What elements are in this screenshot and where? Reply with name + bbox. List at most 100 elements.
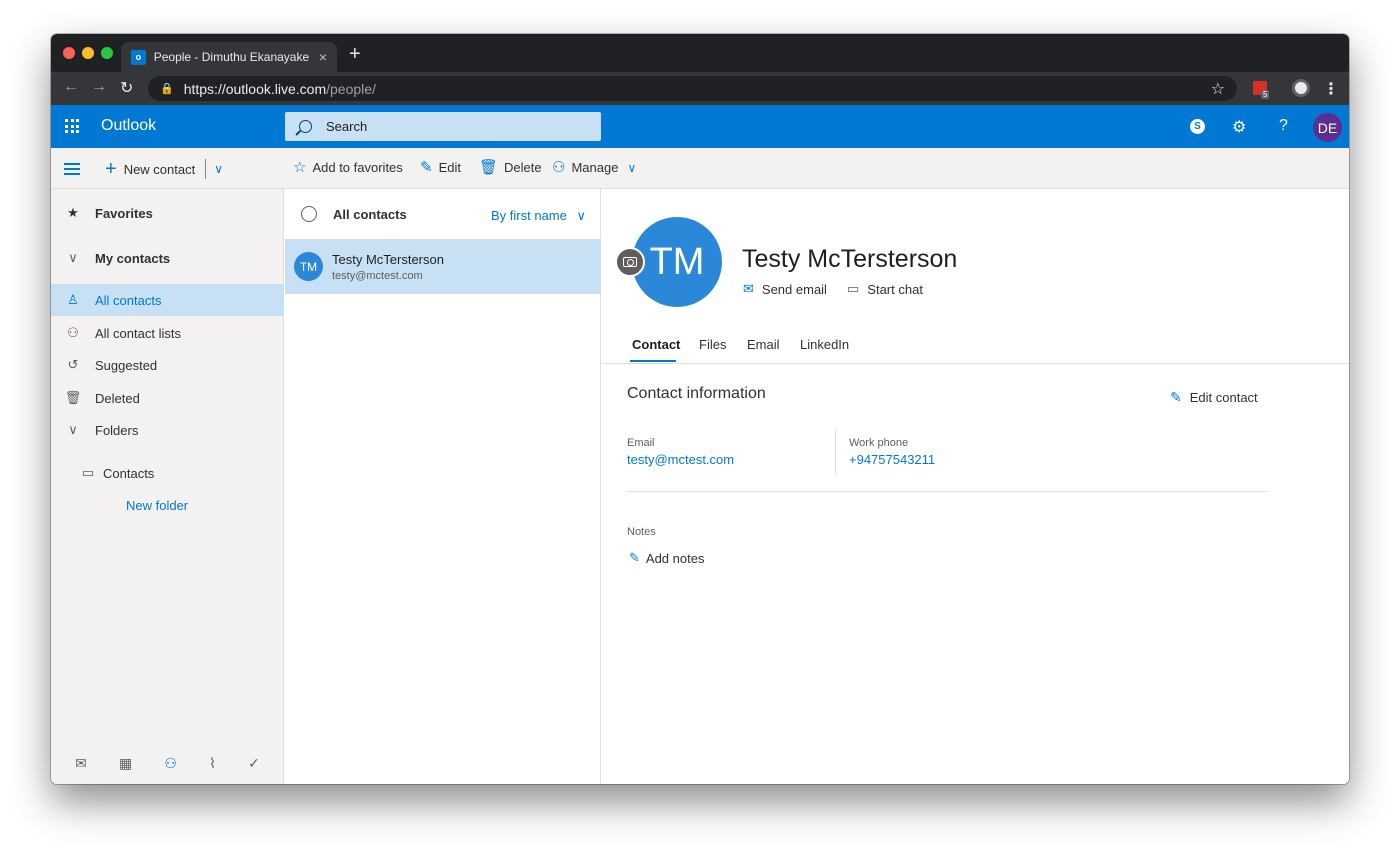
trash-icon: 🗑	[64, 390, 82, 405]
list-item[interactable]: TM Testy McTersterson testy@mctest.com	[285, 239, 601, 294]
nav-all-contact-lists-label: All contact lists	[95, 325, 181, 341]
mail-icon[interactable]: ✉	[75, 755, 87, 772]
nav-my-contacts[interactable]: ∨ My contacts	[51, 242, 284, 274]
send-email-button[interactable]: ✉ Send email	[743, 281, 827, 297]
reload-icon[interactable]: ↻	[120, 78, 133, 98]
chevron-down-icon: ∨	[576, 208, 586, 223]
profile-icon[interactable]	[1292, 79, 1310, 97]
url-path: /people/	[326, 80, 376, 97]
user-avatar[interactable]: DE	[1313, 113, 1342, 142]
camera-icon[interactable]	[615, 247, 645, 277]
add-notes-label: Add notes	[645, 550, 705, 566]
app-launcher-icon[interactable]	[65, 119, 79, 133]
chevron-down-icon[interactable]: ∨	[214, 162, 223, 176]
work-phone-label: Work phone	[849, 437, 909, 449]
browser-menu-icon[interactable]: ⋮	[1323, 79, 1339, 99]
work-phone-link[interactable]: +94757543211	[849, 452, 935, 467]
attachment-icon[interactable]: ⌇	[209, 755, 216, 772]
browser-toolbar: ← → ↻ 🔒 https://outlook.live.com /people…	[51, 72, 1349, 105]
contact-card-icon: ▭	[81, 465, 95, 480]
pencil-icon: ✎	[629, 550, 640, 565]
email-label: Email	[627, 437, 655, 449]
contact-list-header: All contacts By first name ∨	[285, 189, 601, 239]
new-contact-button[interactable]: + New contact ∨	[105, 159, 223, 179]
window-maximize-button[interactable]	[101, 47, 113, 59]
window-close-button[interactable]	[63, 47, 75, 59]
settings-gear-icon[interactable]: ⚙	[1232, 117, 1246, 137]
nav-all-contact-lists[interactable]: ⚇ All contact lists	[51, 317, 284, 349]
chevron-down-icon: ∨	[68, 422, 78, 437]
nav-all-contacts[interactable]: ♙ All contacts	[51, 284, 284, 316]
split-divider	[205, 159, 207, 179]
edit-label: Edit	[438, 160, 461, 175]
nav-favorites[interactable]: ★ Favorites	[51, 197, 284, 229]
chat-icon: ▭	[847, 281, 860, 296]
nav-folder-contacts[interactable]: ▭ Contacts	[51, 457, 284, 489]
start-chat-button[interactable]: ▭ Start chat	[847, 281, 923, 297]
calendar-icon[interactable]: ▦	[119, 755, 132, 772]
add-notes-button[interactable]: ✎ Add notes	[629, 550, 704, 566]
contact-row-name: Testy McTersterson	[332, 251, 444, 267]
detail-tabs: Contact Files Email LinkedIn	[602, 329, 1349, 364]
address-bar[interactable]: 🔒 https://outlook.live.com /people/ ☆	[148, 76, 1237, 101]
history-icon: ↺	[67, 357, 79, 372]
star-icon: ★	[67, 205, 79, 220]
tab-close-icon[interactable]: ×	[319, 49, 327, 65]
person-icon: ♙	[67, 292, 79, 307]
contact-detail-pane: TM Testy McTersterson ✉ Send email ▭ Sta…	[602, 189, 1349, 784]
module-switcher: ✉ ▦ ⚇ ⌇ ✓	[51, 742, 284, 784]
browser-tab[interactable]: o People - Dimuthu Ekanayake - ×	[121, 42, 337, 72]
app-header: Outlook Search S ⚙ ? DE	[51, 105, 1349, 148]
tab-files[interactable]: Files	[699, 337, 726, 352]
pencil-icon: ✎	[1170, 389, 1182, 405]
left-navigation: ★ Favorites ∨ My contacts ♙ All contacts…	[51, 189, 284, 784]
nav-my-contacts-label: My contacts	[95, 250, 171, 266]
add-to-favorites-button[interactable]: ☆ Add to favorites	[293, 160, 403, 175]
delete-label: Delete	[504, 160, 542, 175]
sort-dropdown[interactable]: By first name ∨	[491, 208, 586, 224]
skype-icon[interactable]: S	[1190, 119, 1205, 134]
contact-list-title: All contacts	[333, 206, 407, 222]
help-icon[interactable]: ?	[1279, 117, 1288, 135]
new-contact-label: New contact	[123, 161, 196, 177]
forward-icon[interactable]: →	[91, 78, 107, 96]
start-chat-label: Start chat	[867, 281, 923, 297]
outlook-favicon-icon: o	[131, 49, 146, 65]
star-add-icon: ☆	[293, 159, 307, 176]
edit-button[interactable]: ✎ Edit	[420, 160, 461, 175]
delete-button[interactable]: 🗑 Delete	[479, 160, 542, 175]
nav-folder-contacts-label: Contacts	[103, 465, 155, 481]
tab-linkedin[interactable]: LinkedIn	[800, 337, 849, 352]
section-divider	[627, 491, 1267, 492]
nav-folders[interactable]: ∨ Folders	[51, 414, 284, 446]
pencil-icon: ✎	[420, 159, 433, 176]
person-settings-icon: ⚇	[552, 159, 566, 176]
people-icon[interactable]: ⚇	[164, 755, 177, 772]
tab-contact[interactable]: Contact	[632, 337, 680, 352]
trash-icon: 🗑	[479, 159, 499, 176]
contact-list-pane: All contacts By first name ∨ TM Testy Mc…	[285, 189, 601, 784]
email-link[interactable]: testy@mctest.com	[627, 452, 734, 467]
nav-suggested[interactable]: ↺ Suggested	[51, 349, 284, 381]
window-minimize-button[interactable]	[82, 47, 94, 59]
nav-suggested-label: Suggested	[95, 357, 158, 373]
hamburger-menu-icon[interactable]	[64, 163, 80, 178]
chevron-down-icon: ∨	[68, 250, 78, 265]
new-folder-link[interactable]: New folder	[51, 489, 284, 521]
app-name[interactable]: Outlook	[101, 117, 156, 135]
edit-contact-button[interactable]: ✎ Edit contact	[1170, 389, 1258, 406]
new-tab-button[interactable]: +	[349, 44, 361, 64]
nav-deleted[interactable]: 🗑 Deleted	[51, 382, 284, 414]
search-input[interactable]: Search	[285, 112, 601, 141]
select-all-radio[interactable]	[301, 206, 317, 222]
bookmark-star-icon[interactable]: ☆	[1211, 79, 1225, 99]
manage-label: Manage	[571, 160, 619, 175]
search-placeholder: Search	[326, 119, 368, 134]
contact-name: Testy McTersterson	[742, 245, 958, 273]
back-icon[interactable]: ←	[63, 78, 79, 96]
tasks-icon[interactable]: ✓	[248, 755, 260, 772]
tab-email[interactable]: Email	[747, 337, 780, 352]
tab-title: People - Dimuthu Ekanayake -	[153, 50, 311, 64]
nav-favorites-label: Favorites	[95, 205, 153, 221]
manage-button[interactable]: ⚇ Manage ∨	[552, 160, 636, 175]
